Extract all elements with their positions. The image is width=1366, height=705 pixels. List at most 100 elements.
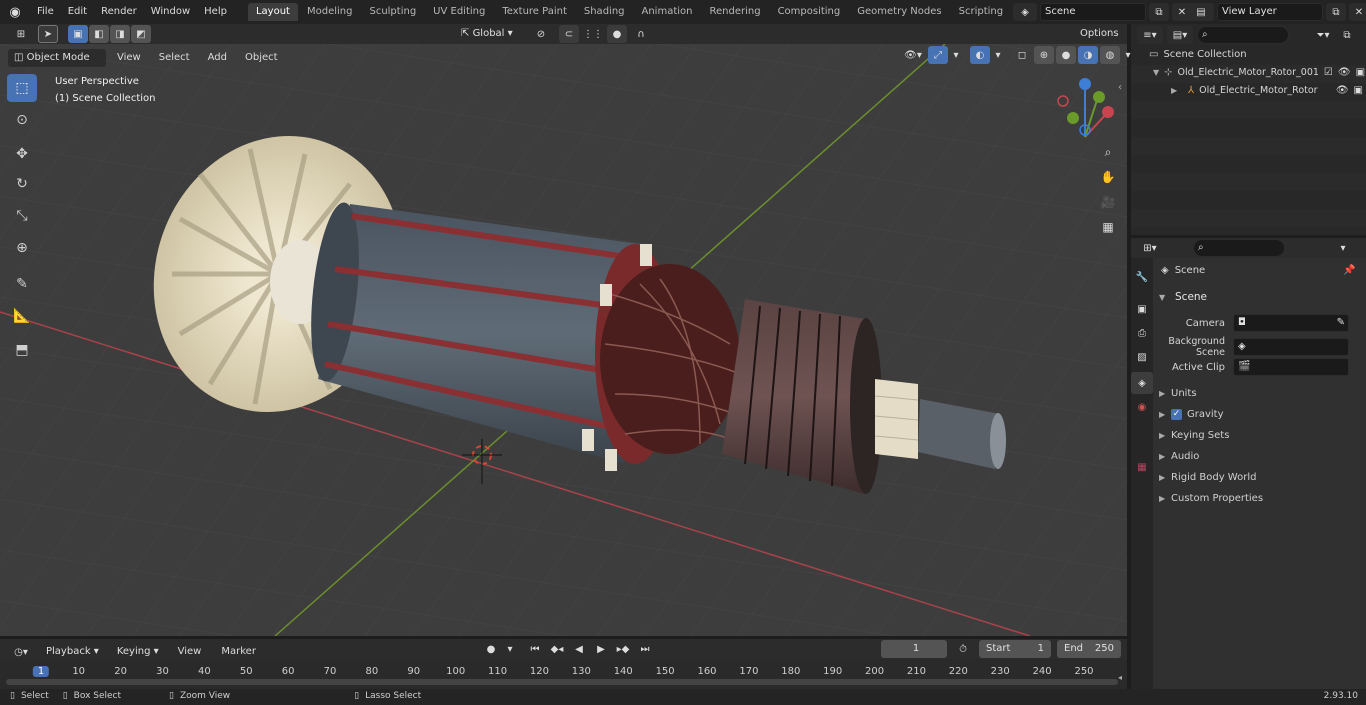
tool-scale-icon[interactable]: ⤡ [7,202,37,230]
render-camera-icon[interactable]: ▣ [1354,85,1363,96]
tool-select-box-icon[interactable]: ⬚ [7,74,37,102]
tool-annotate-icon[interactable]: ✎ [7,270,37,298]
tool-add-cube-icon[interactable]: ⬒ [7,336,37,364]
tab-scripting[interactable]: Scripting [951,3,1011,21]
shading-dropdown-icon[interactable]: ▾ [1122,46,1134,64]
shading-wireframe-icon[interactable]: ⊕ [1034,46,1054,64]
jump-end-icon[interactable]: ⏭ [635,640,655,658]
current-frame-indicator[interactable]: 1 [32,666,50,677]
outliner-row-rotor[interactable]: ▶ ⅄ Old_Electric_Motor_Rotor 👁 ▣ [1171,85,1363,96]
expand-right-icon[interactable]: ▶ [1171,86,1183,95]
tool-measure-icon[interactable]: 📐 [7,302,37,330]
xray-toggle-icon[interactable]: ◻ [1012,46,1032,64]
pan-hand-icon[interactable]: ✋ [1097,166,1119,188]
tab-texture-paint[interactable]: Texture Paint [494,3,575,21]
editor-type-icon[interactable]: ⊞ [8,25,34,43]
new-view-layer-icon[interactable]: ⧉ [1326,3,1346,21]
tab-render-icon[interactable]: ▣ [1131,298,1153,320]
gizmo-toggle-icon[interactable]: ⤢ [928,46,948,64]
overlays-toggle-icon[interactable]: ◐ [970,46,990,64]
tab-tool-icon[interactable]: 🔧 [1131,266,1153,288]
properties-options-icon[interactable]: ▾ [1333,239,1353,257]
tab-uv-editing[interactable]: UV Editing [425,3,493,21]
shading-solid-icon[interactable]: ● [1056,46,1076,64]
blender-logo-icon[interactable]: ◉ [0,5,30,20]
outliner-search-input[interactable]: ⌕ [1197,26,1289,44]
view-layer-selector-icon[interactable]: ▤ [1188,3,1214,21]
tab-layout[interactable]: Layout [247,3,298,21]
record-icon[interactable]: ● [481,640,501,658]
current-frame-field[interactable]: 1 [881,640,947,658]
timeline[interactable]: 1 10 20 30 40 50 60 70 80 90 100 110 120 130 140 150 160… [0,659,1127,689]
sidebar-toggle-icon[interactable]: ‹ [1118,82,1122,93]
tab-rendering[interactable]: Rendering [701,3,768,21]
shading-rendered-icon[interactable]: ◍ [1100,46,1120,64]
overlays-dropdown-icon[interactable]: ▾ [992,46,1004,64]
tab-view-layer-icon[interactable]: ▨ [1131,346,1153,368]
scene-name-field[interactable]: Scene [1040,3,1146,21]
pivot-point-icon[interactable]: ⊘ [527,25,555,43]
play-reverse-icon[interactable]: ◀ [569,640,589,658]
shading-material-icon[interactable]: ◑ [1078,46,1098,64]
eye-icon[interactable]: 👁 [1338,67,1351,78]
background-scene-field[interactable]: ◈ [1233,338,1349,356]
menu-edit[interactable]: Edit [61,0,94,24]
select-mode-new-icon[interactable]: ▣ [68,25,88,43]
select-tool-icon[interactable]: ➤ [38,25,58,43]
snap-icon[interactable]: ⊂ [559,25,579,43]
tool-rotate-icon[interactable]: ↻ [7,170,37,198]
visibility-filter-icon[interactable]: 👁▾ [900,46,926,64]
panel-units[interactable]: ▶ Units [1159,383,1366,404]
prev-keyframe-icon[interactable]: ◆◂ [547,640,567,658]
panel-gravity[interactable]: ▶ ✓ Gravity [1159,404,1366,425]
tool-transform-icon[interactable]: ⊕ [7,234,37,262]
jump-start-icon[interactable]: ⏮ [525,640,545,658]
start-frame-field[interactable]: Start 1 [979,640,1051,658]
tab-geometry-nodes[interactable]: Geometry Nodes [849,3,949,21]
menu-window[interactable]: Window [144,0,197,24]
panel-audio[interactable]: ▶ Audio [1159,446,1366,467]
perspective-toggle-icon[interactable]: ▦ [1097,216,1119,238]
tab-modeling[interactable]: Modeling [299,3,361,21]
eyedropper-icon[interactable]: ✎ [1337,315,1348,331]
filter-icon[interactable]: ⏷▾ [1313,26,1333,44]
properties-search-input[interactable]: ⌕ [1193,239,1285,257]
new-collection-icon[interactable]: ⧉ [1337,26,1357,44]
mode-dropdown[interactable]: ◫ Object Mode [8,49,106,67]
scene-selector-icon[interactable]: ◈ [1013,3,1037,21]
gizmo-dropdown-icon[interactable]: ▾ [950,46,962,64]
tab-compositing[interactable]: Compositing [770,3,849,21]
snap-target-icon[interactable]: ⋮⋮ [583,25,603,43]
falloff-icon[interactable]: ∩ [631,25,651,43]
preview-range-icon[interactable]: ⏱ [953,640,973,658]
panel-keying-sets[interactable]: ▶ Keying Sets [1159,425,1366,446]
tab-texture-icon[interactable]: ▦ [1131,456,1153,478]
next-keyframe-icon[interactable]: ▸◆ [613,640,633,658]
delete-view-layer-icon[interactable]: ✕ [1349,3,1366,21]
tab-scene-icon[interactable]: ◈ [1131,372,1153,394]
proportional-edit-icon[interactable]: ● [607,25,627,43]
gravity-checkbox[interactable]: ✓ [1171,409,1182,420]
tab-animation[interactable]: Animation [634,3,701,21]
outliner-editor-type-icon[interactable]: ≡▾ [1137,26,1163,44]
outliner-row-scene-collection[interactable]: ▭ Scene Collection [1149,49,1247,60]
tab-world-icon[interactable]: ◉ [1131,396,1153,418]
menu-view[interactable]: View [110,46,148,70]
tab-shading[interactable]: Shading [576,3,633,21]
expand-down-icon[interactable]: ▼ [1153,68,1159,77]
end-frame-field[interactable]: End 250 [1057,640,1121,658]
menu-render[interactable]: Render [94,0,144,24]
zoom-icon[interactable]: ⌕ [1097,141,1119,163]
properties-editor-type-icon[interactable]: ⊞▾ [1137,239,1163,257]
tab-output-icon[interactable]: ⎙ [1131,322,1153,344]
panel-custom-properties[interactable]: ▶ Custom Properties [1159,488,1366,509]
select-mode-subtract-icon[interactable]: ◨ [110,25,130,43]
tool-cursor-icon[interactable]: ⊙ [7,106,37,134]
eye-icon[interactable]: 👁 [1336,85,1349,96]
options-dropdown[interactable]: Options ▾ [1074,25,1127,57]
timeline-vscroll-arrow-icon[interactable]: ◂ [1118,673,1122,682]
tab-sculpting[interactable]: Sculpting [361,3,424,21]
outliner-display-mode-icon[interactable]: ▤▾ [1167,26,1193,44]
select-mode-intersect-icon[interactable]: ◩ [131,25,151,43]
tool-move-icon[interactable]: ✥ [7,140,37,168]
